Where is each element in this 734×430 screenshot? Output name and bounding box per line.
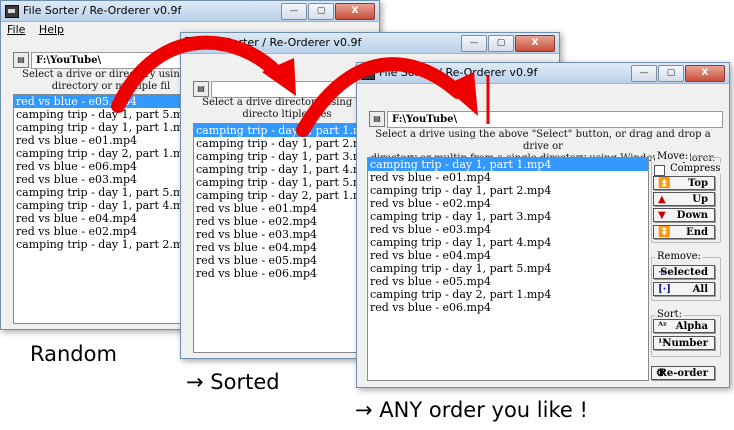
curved-arrow-2 — [296, 57, 465, 137]
caption-random: Random — [30, 342, 117, 366]
caption-any-order: → ANY order you like ! — [355, 398, 588, 422]
caption-sorted: → Sorted — [186, 370, 280, 394]
curved-arrow-1 — [111, 35, 283, 113]
